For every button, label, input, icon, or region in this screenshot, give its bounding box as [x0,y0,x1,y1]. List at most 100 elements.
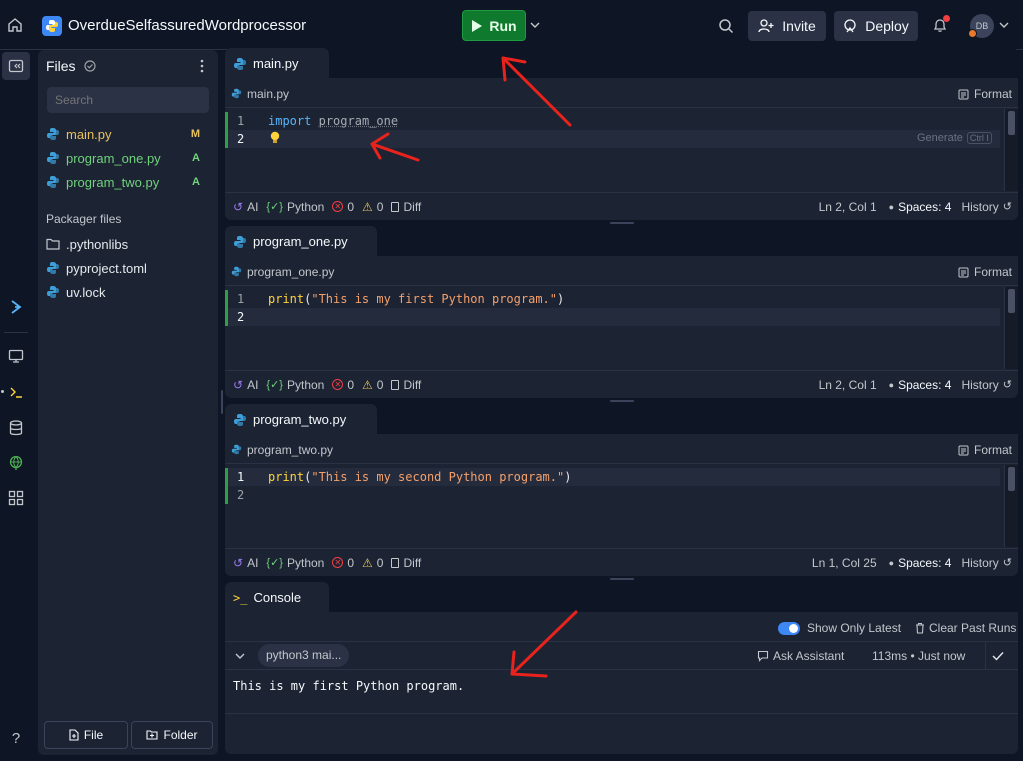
ask-assistant-button[interactable]: Ask Assistant [773,649,844,663]
toggle-sidebar-icon[interactable] [2,52,30,80]
warning-icon: ⚠ [362,555,373,570]
deploy-button[interactable]: Deploy [834,11,918,41]
generate-hint-label: Generate [917,132,963,144]
clear-past-runs-button[interactable]: Clear Past Runs [929,621,1016,635]
packager-file-item[interactable]: uv.lock [46,281,210,303]
errors-status[interactable]: ✕ 0 [332,556,354,570]
lightbulb-icon[interactable] [270,131,282,145]
shell-icon[interactable] [6,382,26,402]
history-button[interactable]: History ↺ [961,200,1012,214]
cursor-position[interactable]: Ln 1, Col 25 [812,556,877,570]
editor-scrollbar[interactable] [1004,287,1018,369]
avatar[interactable]: DB [968,14,994,38]
show-only-latest-toggle[interactable] [778,622,800,635]
panel-resize-handle[interactable] [221,390,223,414]
collapse-chevron-icon[interactable] [233,649,247,663]
deployments-globe-icon[interactable] [6,453,26,473]
format-button[interactable]: Format [958,436,1012,464]
lsp-icon: {✓} [266,557,283,569]
bullet-icon: ● [888,379,895,390]
format-button[interactable]: Format [958,80,1012,108]
file-item[interactable]: program_two.py A [46,171,210,193]
cloud-check-icon [82,58,98,74]
file-item[interactable]: program_one.py A [46,147,210,169]
cursor-position[interactable]: Ln 2, Col 1 [819,200,877,214]
history-button[interactable]: History ↺ [961,378,1012,392]
editor-scrollbar[interactable] [1004,465,1018,547]
warnings-status[interactable]: ⚠ 0 [362,378,383,392]
warnings-status[interactable]: ⚠ 0 [362,556,383,570]
language-status[interactable]: {✓} Python [266,200,324,214]
tab-console[interactable]: >_ Console [225,582,329,613]
pane-resize-handle[interactable] [610,578,634,580]
packager-file-item[interactable]: .pythonlibs [46,233,210,255]
error-icon: ✕ [332,201,344,212]
new-folder-button[interactable]: Folder [131,721,213,749]
indentation-status[interactable]: ● Spaces: 4 [889,556,952,570]
indentation-status[interactable]: ● Spaces: 4 [889,378,952,392]
kebab-menu-icon[interactable] [192,56,212,76]
console-output-divider [225,713,1018,714]
history-button[interactable]: History ↺ [961,556,1012,570]
preview-monitor-icon[interactable] [6,346,26,366]
language-status[interactable]: {✓} Python [266,378,324,392]
search-icon[interactable] [716,16,736,36]
changed-line-marker [225,112,228,130]
indentation-status[interactable]: ● Spaces: 4 [889,200,952,214]
pane-resize-handle[interactable] [610,400,634,402]
agent-icon[interactable] [6,297,26,317]
files-panel: Files main.py Mprogram_one.py Aprogram_two… [38,50,218,755]
format-button[interactable]: Format [958,258,1012,286]
code-editor[interactable]: 1 2 print("This is my second Python progra… [225,465,1018,547]
spaces-label: Spaces: 4 [898,555,952,570]
ai-label: AI [247,377,259,392]
diff-button[interactable]: Diff [391,200,421,214]
file-item[interactable]: main.py M [46,123,210,145]
editor-tab[interactable]: program_one.py [225,226,377,257]
cursor-position[interactable]: Ln 2, Col 1 [819,378,877,392]
language-status[interactable]: {✓} Python [266,556,324,570]
ai-status[interactable]: ↺ AI [233,378,258,392]
breadcrumb-file[interactable]: program_two.py [247,443,333,457]
repl-name[interactable]: OverdueSelfassuredWordprocessor [68,17,306,34]
warning-count: 0 [376,555,384,570]
run-chevron-down-icon[interactable] [528,16,542,34]
avatar-chevron-down-icon[interactable] [998,18,1010,32]
notification-dot [943,15,950,22]
run-divider [985,642,986,670]
changed-line-marker [225,486,228,504]
breadcrumb-file[interactable]: main.py [247,87,289,101]
cursor-position-label: Ln 2, Col 1 [818,199,877,214]
ai-status[interactable]: ↺ AI [233,200,258,214]
all-tools-grid-icon[interactable] [6,488,26,508]
editor-tab[interactable]: main.py [225,48,329,79]
breadcrumb-file[interactable]: program_one.py [247,265,334,279]
errors-status[interactable]: ✕ 0 [332,378,354,392]
files-search-input[interactable] [47,87,209,113]
notifications-bell-icon[interactable] [930,15,950,35]
checkmark-icon [990,648,1006,664]
errors-status[interactable]: ✕ 0 [332,200,354,214]
packager-file-item[interactable]: pyproject.toml [46,257,210,279]
help-icon[interactable]: ? [6,728,26,748]
code-editor[interactable]: 1 2 print("This is my first Python program… [225,287,1018,369]
editor-tab[interactable]: program_two.py [225,404,377,435]
pane-resize-handle[interactable] [610,222,634,224]
editor-scrollbar[interactable] [1004,109,1018,191]
run-chip[interactable]: python3 mai... [258,644,350,667]
line-number: 1 [237,470,245,484]
warnings-status[interactable]: ⚠ 0 [362,200,383,214]
home-icon[interactable] [5,15,25,35]
code-editor[interactable]: 1 2 import program_one Generate Ctrl I [225,109,1018,191]
scroll-thumb [1008,467,1015,491]
ai-icon: ↺ [233,377,244,392]
python-file-icon [231,266,242,277]
invite-button[interactable]: Invite [748,11,826,41]
run-button[interactable]: Run [462,10,526,41]
database-icon[interactable] [6,418,26,438]
ai-status[interactable]: ↺ AI [233,556,258,570]
diff-button[interactable]: Diff [391,378,421,392]
new-file-button[interactable]: File [44,721,128,749]
diff-button[interactable]: Diff [391,556,421,570]
editor-tab-bar: program_two.py [225,404,1018,435]
